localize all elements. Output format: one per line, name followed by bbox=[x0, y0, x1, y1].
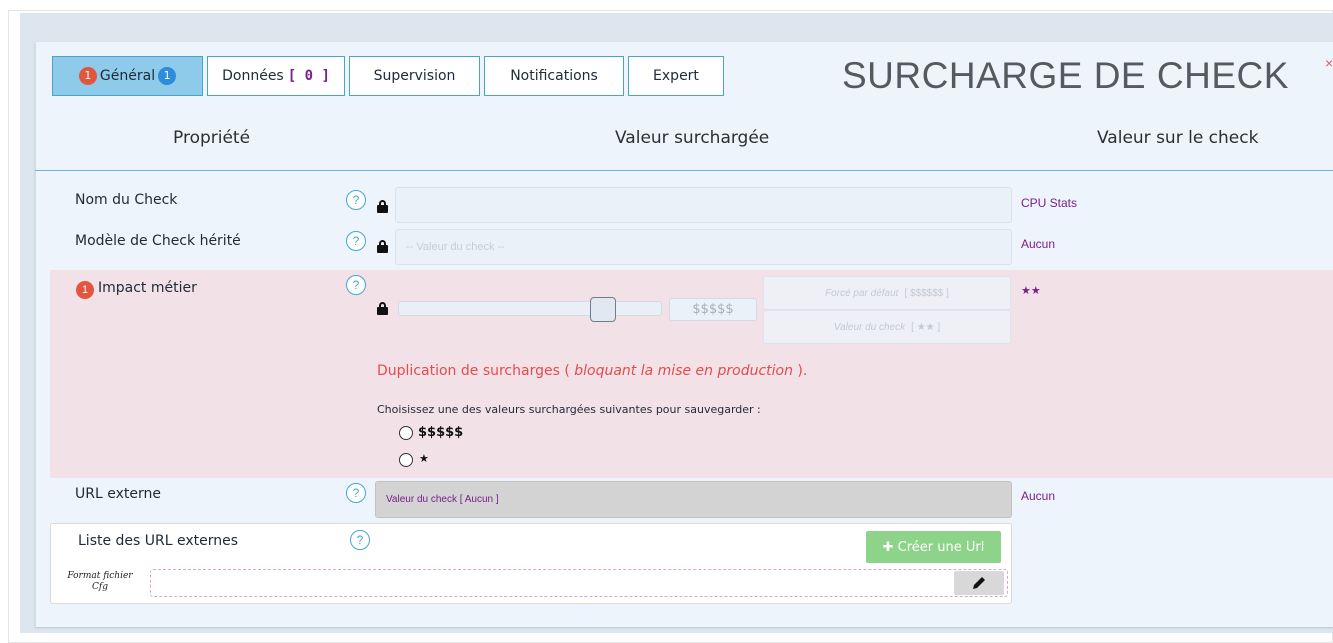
tab-general[interactable]: 1 Général 1 bbox=[52, 56, 203, 96]
format-file-label: Format fichier Cfg bbox=[67, 571, 133, 592]
help-icon[interactable]: ? bbox=[346, 231, 366, 251]
choose-value-text: Choisissez une des valeurs surchargées s… bbox=[377, 403, 761, 416]
check-value-label: Valeur du check bbox=[833, 321, 906, 333]
edit-button[interactable] bbox=[954, 571, 1004, 595]
template-check-value: Aucun bbox=[1021, 237, 1056, 251]
tab-donnees[interactable]: Données [ 0 ] bbox=[207, 56, 345, 96]
duplication-emphasis: bloquant la mise en production bbox=[574, 363, 793, 379]
option-radio-2[interactable] bbox=[399, 453, 413, 467]
help-icon[interactable]: ? bbox=[346, 483, 366, 503]
tab-general-error-badge: 1 bbox=[78, 67, 97, 85]
help-icon[interactable]: ? bbox=[350, 530, 370, 550]
tab-supervision-label: Supervision bbox=[373, 68, 456, 84]
url-check-value: Aucun bbox=[1021, 489, 1056, 503]
duplication-suffix: ). bbox=[792, 363, 808, 379]
tab-notifications-label: Notifications bbox=[510, 68, 598, 84]
template-select[interactable]: -- Valeur du check -- bbox=[395, 229, 1012, 265]
cfg-format-field[interactable] bbox=[150, 569, 1008, 597]
url-list-label: Liste des URL externes bbox=[78, 533, 239, 549]
tab-supervision[interactable]: Supervision bbox=[349, 56, 480, 96]
impact-slider-value: $$$$$ bbox=[669, 298, 757, 321]
dialog-title: SURCHARGE DE CHECK bbox=[842, 55, 1289, 96]
forced-default-label: Forcé par défaut bbox=[825, 287, 899, 299]
check-value-button[interactable]: Valeur du check [ ★★ ] bbox=[763, 310, 1011, 344]
row-name-label: Nom du Check bbox=[75, 192, 178, 208]
tab-donnees-count: [ 0 ] bbox=[287, 68, 330, 84]
tab-expert-label: Expert bbox=[653, 68, 699, 84]
option-label-1: $$$$$ bbox=[418, 425, 464, 440]
tab-general-label: Général bbox=[99, 68, 156, 84]
duplication-prefix: Duplication de surcharges ( bbox=[377, 363, 575, 379]
name-input[interactable] bbox=[395, 187, 1012, 223]
url-input[interactable]: Valeur du check [ Aucun ] bbox=[375, 481, 1012, 518]
duplication-error: Duplication de surcharges ( bloquant la … bbox=[377, 363, 807, 379]
forced-default-button[interactable]: Forcé par défaut [ $$$$$$ ] bbox=[763, 276, 1011, 310]
name-check-value: CPU Stats bbox=[1021, 196, 1078, 210]
impact-slider-track[interactable] bbox=[398, 301, 662, 316]
tab-expert[interactable]: Expert bbox=[628, 56, 724, 96]
lock-icon[interactable] bbox=[377, 200, 388, 213]
create-url-button[interactable]: ✚ Créer une Url bbox=[866, 531, 1001, 563]
impact-slider-handle[interactable] bbox=[590, 297, 616, 322]
help-icon[interactable]: ? bbox=[346, 275, 366, 295]
tab-general-count-badge: 1 bbox=[158, 67, 177, 85]
impact-check-value: ★★ bbox=[1021, 285, 1041, 297]
impact-error-badge: 1 bbox=[76, 281, 94, 299]
header-divider bbox=[35, 170, 1333, 171]
lock-icon[interactable] bbox=[377, 240, 388, 253]
option-radio-1[interactable] bbox=[399, 426, 413, 440]
help-icon[interactable]: ? bbox=[346, 190, 366, 210]
pencil-icon bbox=[973, 577, 985, 589]
row-url-label: URL externe bbox=[75, 486, 161, 502]
close-icon[interactable]: × bbox=[1325, 55, 1333, 71]
row-impact-label: Impact métier bbox=[98, 280, 197, 296]
tab-notifications[interactable]: Notifications bbox=[484, 56, 624, 96]
column-header-property: Propriété bbox=[173, 128, 251, 148]
lock-icon[interactable] bbox=[377, 302, 388, 315]
row-template-label: Modèle de Check hérité bbox=[75, 233, 241, 249]
column-header-overridden: Valeur surchargée bbox=[615, 128, 770, 148]
forced-default-value: [ $$$$$$ ] bbox=[904, 287, 949, 299]
tab-donnees-label: Données bbox=[222, 68, 284, 84]
option-label-2: ★ bbox=[419, 452, 429, 465]
column-header-check: Valeur sur le check bbox=[1097, 128, 1259, 148]
check-value-stars: [ ★★ ] bbox=[911, 321, 941, 333]
